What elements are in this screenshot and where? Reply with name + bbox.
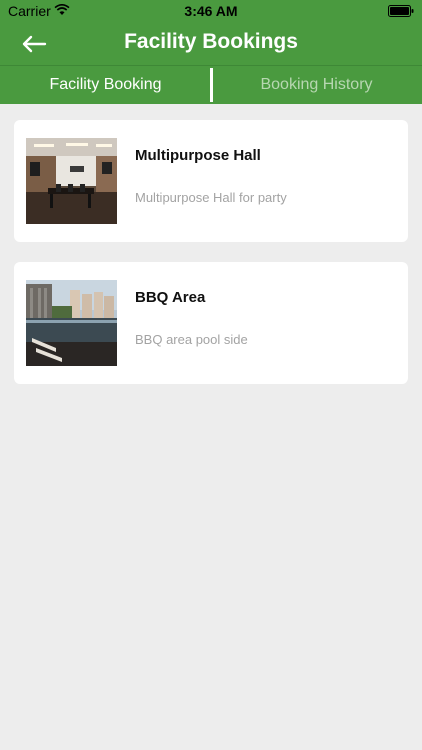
- facility-card-bbq-area[interactable]: BBQ Area BBQ area pool side: [14, 262, 408, 384]
- tab-indicator: [210, 68, 213, 102]
- facility-description: BBQ area pool side: [135, 332, 248, 347]
- status-bar: Carrier 3:46 AM: [0, 0, 422, 22]
- tab-facility-booking[interactable]: Facility Booking: [0, 66, 211, 104]
- pool-photo: [26, 280, 117, 366]
- facility-card-multipurpose-hall[interactable]: Multipurpose Hall Multipurpose Hall for …: [14, 120, 408, 242]
- status-time: 3:46 AM: [184, 3, 238, 19]
- tab-booking-history[interactable]: Booking History: [211, 66, 422, 104]
- facility-description: Multipurpose Hall for party: [135, 190, 287, 205]
- battery-icon: [388, 5, 414, 17]
- hall-photo: [26, 138, 117, 224]
- page-title: Facility Bookings: [124, 30, 298, 53]
- facility-name: BBQ Area: [135, 289, 206, 306]
- facility-name: Multipurpose Hall: [135, 147, 261, 164]
- tab-bar: Facility Booking Booking History: [0, 66, 422, 104]
- facility-list: Multipurpose Hall Multipurpose Hall for …: [14, 120, 408, 404]
- app-header: Carrier 3:46 AM Facility Bookings Facili…: [0, 0, 422, 104]
- navigation-bar: Facility Bookings: [0, 22, 422, 66]
